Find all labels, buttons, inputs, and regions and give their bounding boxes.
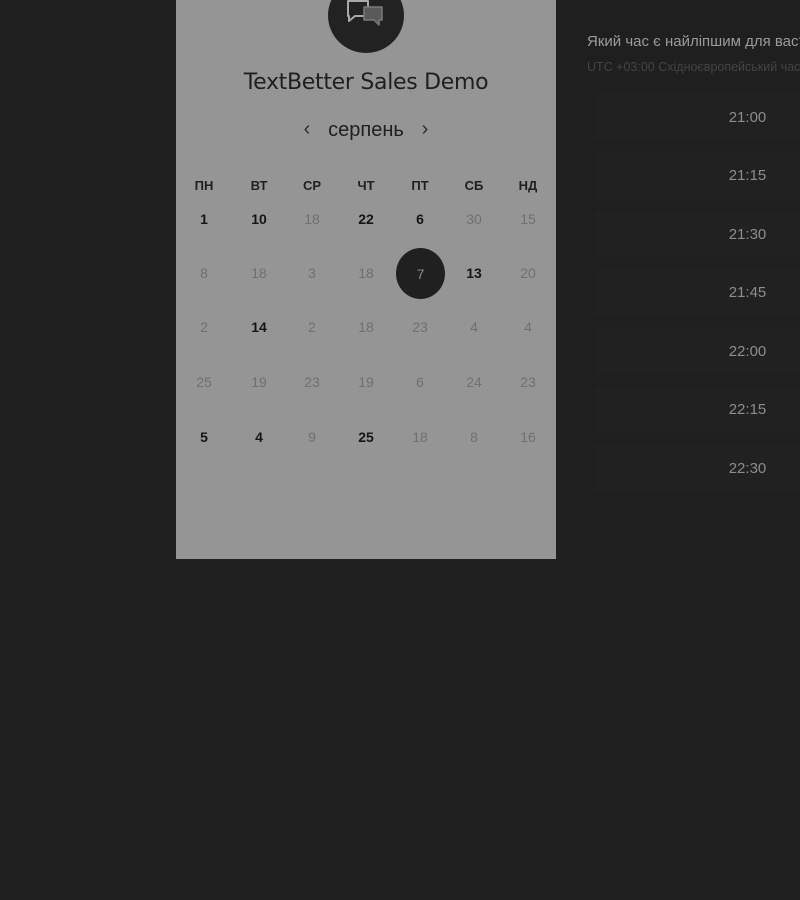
calendar-day: 18 [358, 319, 374, 335]
calendar-card: TextBetter Sales Demo ‹ серпень › ПН ВТ … [176, 0, 556, 559]
calendar-day[interactable]: 14 [235, 303, 283, 351]
time-slot-label: 21:45 [728, 284, 767, 301]
time-slot-button[interactable]: 21:00 [595, 94, 800, 140]
time-slot-button[interactable]: 22:30 [595, 445, 800, 491]
calendar-day[interactable]: 6 [396, 195, 444, 243]
calendar-day: 20 [520, 265, 536, 281]
time-slot-button[interactable]: 22:15 [595, 386, 800, 433]
time-slot-label: 21:15 [728, 167, 767, 184]
calendar-day: 25 [196, 374, 212, 390]
calendar-day: 8 [470, 429, 478, 445]
calendar-day[interactable]: 10 [235, 195, 283, 243]
calendar-day: 3 [308, 265, 316, 281]
calendar-day: 24 [466, 374, 482, 390]
calendar-day: 18 [358, 265, 374, 281]
calendar-day: 4 [470, 319, 478, 335]
time-slot-button[interactable]: 21:30 [595, 211, 800, 257]
calendar-day[interactable]: 25 [342, 413, 390, 461]
calendar-day: 2 [308, 319, 316, 335]
calendar-day: 9 [308, 429, 316, 445]
time-slot-label: 21:30 [728, 225, 767, 243]
timezone-label[interactable]: UTC +03:00 Східноєвропейський час [587, 60, 800, 74]
scheduler-root: TextBetter Sales Demo ‹ серпень › ПН ВТ … [0, 0, 800, 900]
calendar-day: 23 [520, 374, 536, 390]
calendar-day: 19 [251, 374, 267, 390]
calendar-day: 15 [520, 211, 536, 227]
calendar-day[interactable]: 13 [450, 249, 498, 297]
time-slot-button[interactable]: 21:45 [595, 269, 800, 316]
time-slot-panel: Який час є найліпшим для вас? UTC +03:00… [587, 0, 800, 560]
calendar-day[interactable]: 4 [235, 413, 283, 461]
calendar-day[interactable]: 1 [180, 195, 228, 243]
time-slot-button[interactable]: 21:15 [595, 152, 800, 199]
calendar-day[interactable]: 5 [180, 413, 228, 461]
calendar-day-selected[interactable]: 7 [396, 248, 445, 299]
time-question: Який час є найліпшим для вас? [587, 33, 800, 50]
calendar-day: 19 [358, 374, 374, 390]
day-grid: 1 10 18 22 6 30 15 8 18 3 18 7 13 20 2 14 2 18 23 4 4 25 19 23 1… [176, 0, 556, 500]
calendar-day: 6 [416, 374, 424, 390]
calendar-day: 30 [466, 211, 482, 227]
calendar-day: 18 [304, 211, 320, 227]
calendar-day: 23 [304, 374, 320, 390]
calendar-day: 2 [200, 319, 208, 335]
time-slot-label: 22:15 [728, 401, 767, 418]
calendar-day: 8 [200, 265, 208, 281]
time-slot-label: 22:30 [728, 459, 767, 477]
time-slot-label: 22:00 [728, 342, 767, 360]
time-slot-label: 21:00 [728, 108, 767, 126]
calendar-day: 23 [412, 319, 428, 335]
calendar-day[interactable]: 22 [342, 195, 390, 243]
calendar-day: 18 [251, 265, 267, 281]
calendar-day: 4 [524, 319, 532, 335]
time-slot-button[interactable]: 22:00 [595, 328, 800, 374]
calendar-day: 18 [412, 429, 428, 445]
calendar-day: 16 [520, 429, 536, 445]
